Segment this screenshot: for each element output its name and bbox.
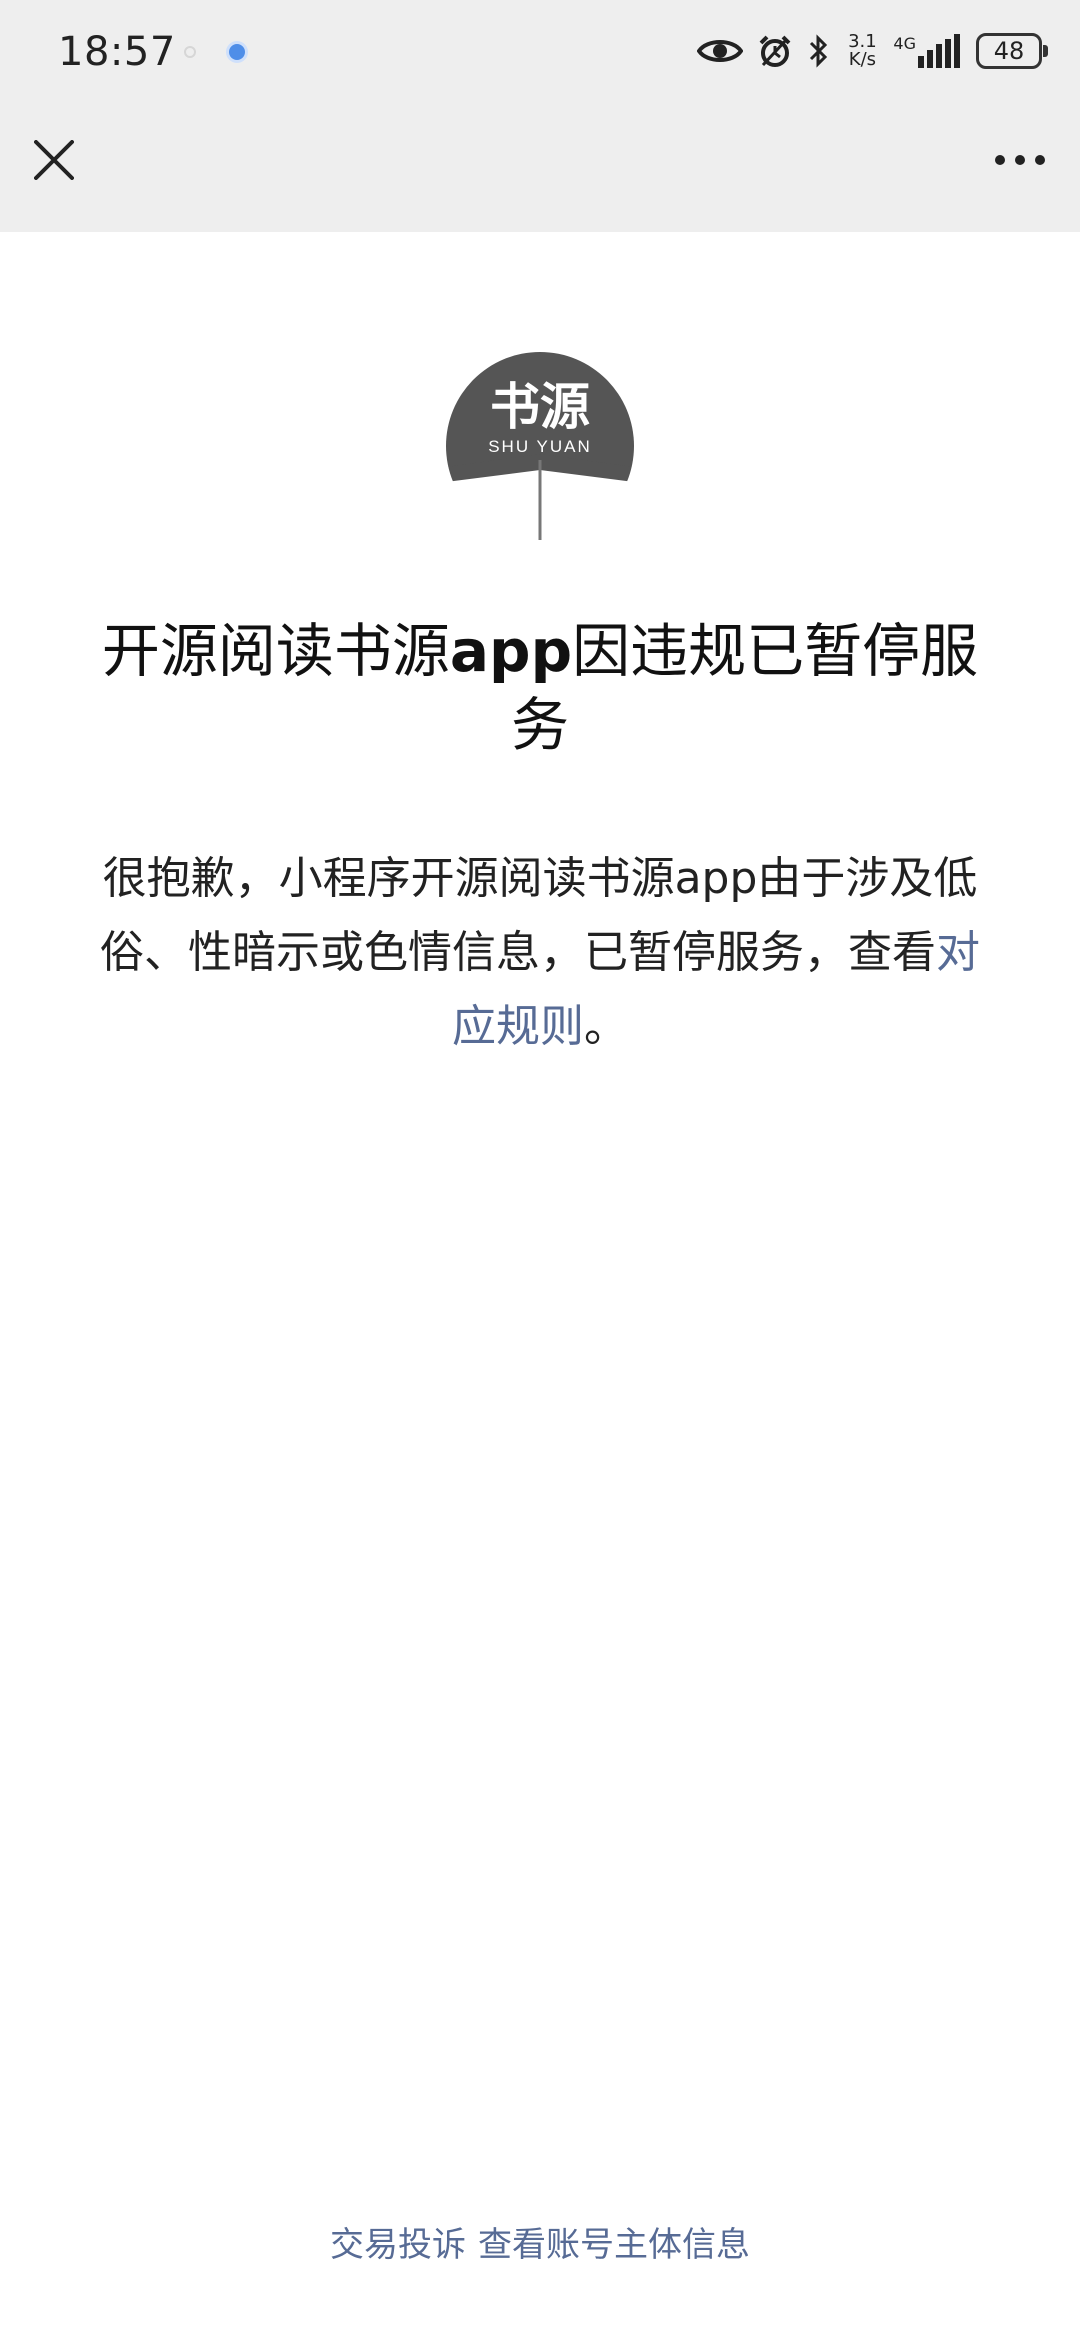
signal-icon (918, 34, 960, 68)
signal-group: 4G (893, 34, 962, 68)
complaint-link[interactable]: 交易投诉 (330, 2225, 466, 2265)
more-icon (995, 155, 1045, 165)
notice-description: 很抱歉，小程序开源阅读书源app由于涉及低俗、性暗示或色情信息，已暂停服务，查看… (80, 842, 1000, 1064)
net-speed-unit: K/s (848, 49, 877, 70)
close-button[interactable] (20, 126, 88, 194)
close-icon (34, 140, 74, 180)
location-icon (184, 46, 196, 58)
app-logo: 书源 SHU YUAN (446, 352, 634, 540)
nav-bar (0, 104, 1080, 232)
more-button[interactable] (980, 126, 1060, 194)
desc-text: 很抱歉，小程序开源阅读书源app由于涉及低俗、性暗示或色情信息，已暂停服务，查看 (100, 853, 978, 978)
battery-icon: 48 (976, 33, 1048, 69)
logo-text-cn: 书源 (490, 377, 590, 436)
eye-icon (697, 40, 744, 62)
page-title: 开源阅读书源app因违规已暂停服务 (80, 614, 1000, 762)
notification-dot-icon (229, 44, 245, 60)
status-icons: 3.1 K/s 4G 48 (697, 26, 1048, 76)
desc-end: 。 (584, 1001, 628, 1052)
net-speed: 3.1 K/s (845, 33, 879, 69)
title-part-3: 因违规已暂停服务 (510, 617, 979, 759)
alarm-icon (760, 35, 791, 67)
status-bar: 18:57 3.1 K/s 4G 48 (0, 0, 1080, 104)
title-part-1: 开源阅读书源 (101, 617, 450, 685)
status-time: 18:57 (58, 29, 176, 75)
account-info-link[interactable]: 查看账号主体信息 (478, 2225, 750, 2265)
page: 18:57 3.1 K/s 4G 48 书源 SHU YUAN 开源阅读书源ap… (0, 0, 1080, 2340)
battery-level: 48 (993, 37, 1025, 65)
title-part-2: app (449, 617, 573, 685)
network-type: 4G (893, 34, 916, 53)
top-chrome: 18:57 3.1 K/s 4G 48 (0, 0, 1080, 232)
logo-text-en: SHU YUAN (488, 437, 592, 456)
bluetooth-icon (810, 34, 828, 68)
footer: 交易投诉 查看账号主体信息 (0, 2220, 1080, 2270)
